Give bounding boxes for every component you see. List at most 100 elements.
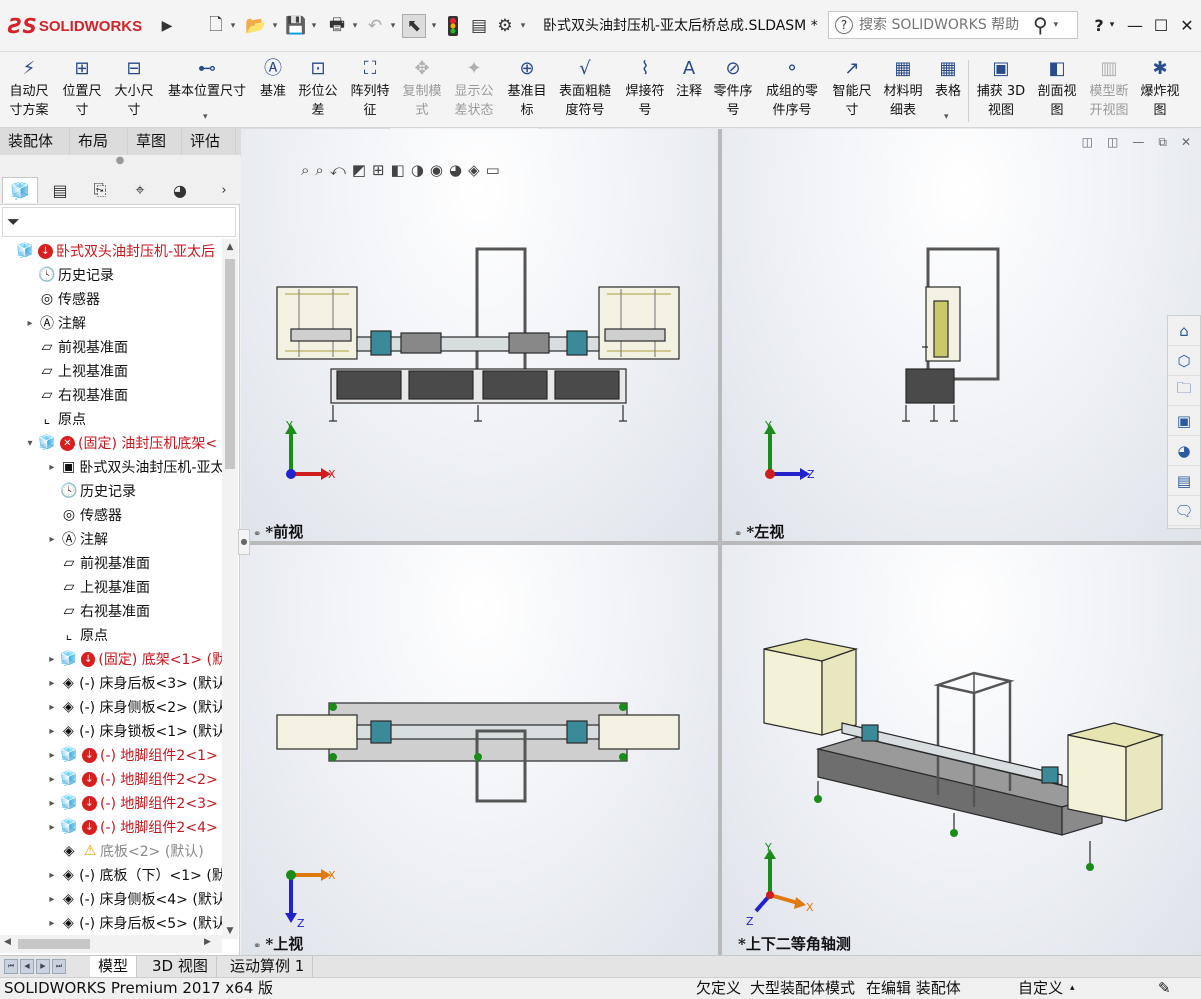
cmd-button-section-view[interactable]: ◧ 剖面视 图	[1032, 56, 1082, 120]
cmd-button-datum-target[interactable]: ⊕ 基准目 标	[502, 56, 552, 120]
viewport-front[interactable]: Y X ⌕ ⌕ ⤺ ◩ ⊞ ◧ ◑ ◉ ◕ ◈ ▭ ⚭ *前视	[241, 129, 718, 541]
hscroll-thumb[interactable]	[18, 939, 90, 949]
dynamic-annotation-views-icon[interactable]: ⊞	[372, 161, 385, 185]
display-manager-tab-icon[interactable]: ◕	[162, 177, 198, 203]
tree-node[interactable]: ▸ 🧊 ↓ (-) 地脚组件2<1>	[0, 743, 222, 767]
bottom-tab-1[interactable]: 3D 视图	[144, 956, 217, 978]
new-document-icon[interactable]: 🗋	[205, 14, 227, 38]
scroll-up-icon[interactable]: ▲	[222, 239, 238, 255]
next-tab-icon[interactable]: ▶	[36, 959, 50, 974]
print-icon[interactable]: 🖶	[325, 14, 349, 38]
tree-node[interactable]: 🕓 历史记录	[0, 263, 222, 287]
edit-appearance-icon[interactable]: ◕	[449, 161, 462, 185]
maximize-icon[interactable]: ☐	[1148, 12, 1174, 38]
tree-node[interactable]: ▾ 🧊 ✕ (固定) 油封压机底架<	[0, 431, 222, 455]
dimxpert-tab-icon[interactable]: ⌖	[122, 177, 158, 203]
cmd-button-model-break-view[interactable]: ▥ 模型断 开视图	[1084, 56, 1134, 120]
bottom-tab-2[interactable]: 运动算例 1	[222, 956, 314, 978]
expand-arrow-icon[interactable]: ▸	[46, 462, 58, 473]
panel-grip[interactable]: ●	[0, 155, 240, 175]
tree-node[interactable]: ▸ ◈ (-) 床身后板<5> (默认	[0, 911, 222, 935]
cmd-button-basic-location-dimension[interactable]: ⊷ 基本位置尺寸	[161, 56, 253, 101]
tree-node[interactable]: ⌞ 原点	[0, 623, 222, 647]
expand-arrow-icon[interactable]: ▸	[46, 894, 58, 905]
zoom-to-area-icon[interactable]: ⌕	[315, 161, 323, 185]
featuremanager-tab-icon[interactable]: 🧊	[2, 177, 38, 203]
search-dropdown-icon[interactable]: ▾	[1054, 20, 1059, 30]
file-explorer-icon[interactable]: ▣	[1168, 406, 1200, 436]
tab-1[interactable]: 布局	[70, 128, 128, 156]
display-style-icon[interactable]: ◑	[411, 161, 424, 185]
prev-tab-icon[interactable]: ◀	[20, 959, 34, 974]
units-status[interactable]: 自定义	[1018, 978, 1063, 999]
viewport-close-icon[interactable]: ✕	[1181, 135, 1191, 150]
tree-node[interactable]: ▸ 🧊 ↓ (-) 地脚组件2<4>	[0, 815, 222, 839]
cmd-button-datum[interactable]: Ⓐ 基准	[255, 56, 291, 101]
cmd-button-copy-scheme[interactable]: ✥ 复制模 式	[397, 56, 447, 120]
units-dropdown-icon[interactable]: ▴	[1070, 978, 1075, 999]
tab-0[interactable]: 装配体	[0, 128, 70, 156]
zoom-to-fit-icon[interactable]: ⌕	[301, 161, 309, 185]
tree-node[interactable]: ▸ Ⓐ 注解	[0, 311, 222, 335]
close-icon[interactable]: ✕	[1174, 12, 1200, 38]
expand-arrow-icon[interactable]: ▸	[46, 702, 58, 713]
tree-node[interactable]: ▸ ▣ 卧式双头油封压机-亚太	[0, 455, 222, 479]
options-gear-icon[interactable]: ⚙	[494, 14, 516, 38]
save-icon[interactable]: 💾	[285, 14, 307, 38]
tree-node[interactable]: ▸ ◈ (-) 底板（下）<1> (默	[0, 863, 222, 887]
tree-node[interactable]: ◎ 传感器	[0, 503, 222, 527]
expand-arrow-icon[interactable]: ▸	[46, 918, 58, 929]
tree-node[interactable]: ⌞ 原点	[0, 407, 222, 431]
tab-3[interactable]: 评估	[182, 128, 236, 156]
cmd-button-smart-dimension[interactable]: ↗ 智能尺 寸	[826, 56, 878, 120]
cmd-button-size-dimension[interactable]: ⊟ 大小尺 寸	[109, 56, 159, 120]
panel-collapse-handle[interactable]: ●	[238, 529, 250, 555]
tab-2[interactable]: 草图	[128, 128, 182, 156]
cmd-button-show-tolerance-status[interactable]: ✦ 显示公 差状态	[447, 56, 501, 120]
expand-arrow-icon[interactable]: ▸	[46, 870, 58, 881]
view-orientation-icon[interactable]: ◧	[391, 161, 405, 185]
custom-properties-icon[interactable]: ▤	[1168, 466, 1200, 496]
file-properties-icon[interactable]: ▤	[468, 14, 490, 38]
tree-node[interactable]: ▸ ◈ (-) 床身后板<3> (默认	[0, 671, 222, 695]
viewport-right-arrow-icon[interactable]: ◫	[1107, 135, 1118, 150]
tree-vertical-scrollbar[interactable]: ▲ ▼	[222, 239, 238, 939]
cmd-button-exploded-view[interactable]: ✱ 爆炸视 图	[1136, 56, 1184, 120]
section-view-icon[interactable]: ◩	[352, 161, 366, 185]
cmd-button-pattern-feature[interactable]: ⛶ 阵列特 征	[345, 56, 395, 120]
save-dropdown-icon[interactable]: ▾	[309, 14, 319, 38]
expand-arrow-icon[interactable]: ▸	[46, 774, 58, 785]
new-dropdown-icon[interactable]: ▾	[228, 14, 238, 38]
tree-node[interactable]: 🕓 历史记录	[0, 479, 222, 503]
tree-node[interactable]: ▸ ◈ (-) 床身侧板<2> (默认	[0, 695, 222, 719]
open-dropdown-icon[interactable]: ▾	[270, 14, 280, 38]
tree-horizontal-scrollbar[interactable]: ◀ ▶	[0, 935, 222, 953]
hide-show-items-icon[interactable]: ◉	[430, 161, 443, 185]
select-dropdown-icon[interactable]: ▾	[429, 14, 439, 38]
cmd-button-auto-dimension[interactable]: ⚡ 自动尺 寸方案	[3, 56, 55, 120]
search-icon[interactable]: ⚲	[1033, 13, 1048, 37]
tree-node[interactable]: ◎ 传感器	[0, 287, 222, 311]
cmd-button-surface-finish[interactable]: √ 表面粗糙 度符号	[554, 56, 616, 120]
tree-node[interactable]: ▱ 右视基准面	[0, 383, 222, 407]
panel-tabs-more-icon[interactable]: ›	[214, 177, 234, 203]
cmd-button-bom[interactable]: ▦ 材料明 细表	[880, 56, 926, 120]
cmd-button-table[interactable]: ▦ 表格	[928, 56, 968, 101]
expand-arrow-icon[interactable]: ▸	[46, 822, 58, 833]
undo-dropdown-icon[interactable]: ▾	[388, 14, 398, 38]
viewport-minimize-icon[interactable]: —	[1132, 135, 1144, 150]
last-tab-icon[interactable]: ⏭	[52, 959, 66, 974]
cmd-button-balloon[interactable]: ⊘ 零件序 号	[708, 56, 758, 120]
options-dropdown-icon[interactable]: ▾	[518, 14, 528, 38]
scroll-down-icon[interactable]: ▼	[222, 923, 238, 939]
tree-node[interactable]: ◈ ⚠ 底板<2> (默认)	[0, 839, 222, 863]
home-icon[interactable]: ⌂	[1168, 316, 1200, 346]
tree-node[interactable]: ▱ 前视基准面	[0, 335, 222, 359]
rebuild-icon[interactable]	[443, 14, 463, 38]
viewport-left[interactable]: Y Z ◫ ◫ — ⧉ ✕ ⌂ ⬡ 🗀 ▣ ◕ ▤ 🗨 ⚭ *左视	[722, 129, 1201, 541]
dropdown-icon[interactable]: ▾	[944, 112, 949, 122]
minimize-icon[interactable]: —	[1122, 12, 1148, 38]
scroll-right-icon[interactable]: ▶	[204, 937, 211, 947]
cmd-button-location-dimension[interactable]: ⊞ 位置尺 寸	[57, 56, 107, 120]
design-library-icon[interactable]: 🗀	[1168, 376, 1200, 406]
